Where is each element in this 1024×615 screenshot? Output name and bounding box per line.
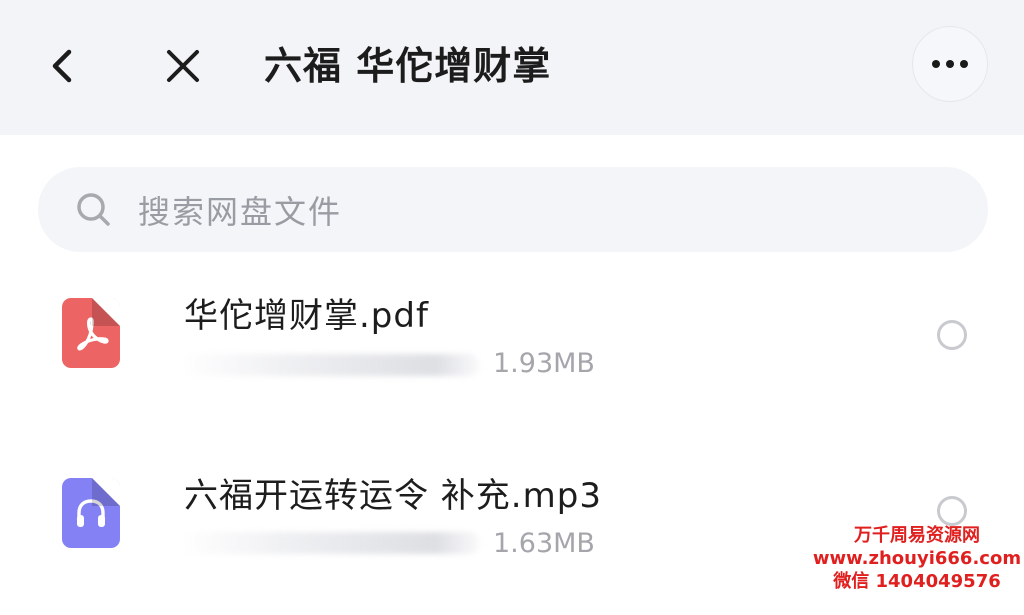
- more-dot: [946, 60, 954, 68]
- more-dot: [960, 60, 968, 68]
- blurred-metadata: [180, 532, 480, 554]
- page-fold: [92, 298, 120, 326]
- search-placeholder: 搜索网盘文件: [138, 192, 343, 231]
- watermark-line: www.zhouyi666.com: [812, 548, 1022, 569]
- top-bar: 六福 华佗增财掌: [0, 0, 1024, 135]
- file-size: 1.63MB: [493, 528, 595, 559]
- page-fold: [92, 478, 120, 506]
- chevron-left-icon: [52, 49, 72, 83]
- more-button[interactable]: [912, 26, 988, 102]
- search-icon: [77, 192, 110, 226]
- close-icon: [167, 50, 199, 82]
- pdf-file-icon: [62, 298, 120, 368]
- watermark: 万千周易资源网 www.zhouyi666.com 微信 1404049576: [810, 524, 1024, 593]
- file-name: 六福开运转运令 补充.mp3: [184, 476, 602, 516]
- file-row-pdf[interactable]: 华佗增财掌.pdf 1.93MB: [0, 268, 1024, 418]
- audio-file-icon: [62, 478, 120, 548]
- watermark-line: 微信 1404049576: [833, 571, 1001, 592]
- close-button[interactable]: [158, 40, 208, 92]
- blurred-metadata: [180, 354, 480, 376]
- file-name: 华佗增财掌.pdf: [184, 296, 429, 336]
- search-input[interactable]: 搜索网盘文件: [38, 167, 988, 252]
- select-radio[interactable]: [937, 496, 967, 526]
- page-title: 六福 华佗增财掌: [264, 44, 552, 88]
- select-radio[interactable]: [937, 320, 967, 350]
- more-horizontal-icon: [932, 60, 940, 68]
- watermark-line: 万千周易资源网: [854, 525, 980, 546]
- file-size: 1.93MB: [493, 348, 595, 379]
- back-button[interactable]: [40, 40, 84, 92]
